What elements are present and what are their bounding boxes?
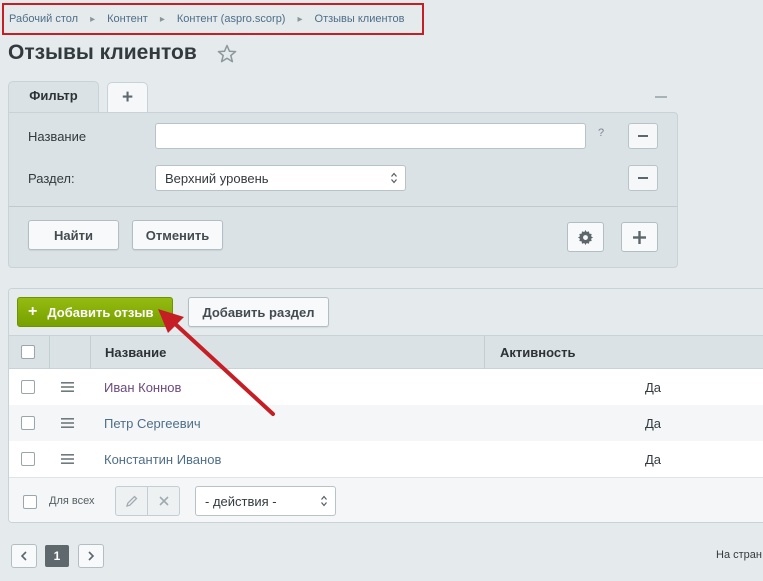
breadcrumb-item-desktop[interactable]: Рабочий стол <box>9 13 78 25</box>
select-arrows-icon <box>391 172 397 184</box>
next-page-button[interactable] <box>78 544 104 568</box>
add-review-label: Добавить отзыв <box>47 304 154 320</box>
filter-section-select[interactable]: Верхний уровень <box>155 165 406 191</box>
row-active-value: Да <box>645 416 662 431</box>
row-name-link[interactable]: Константин Иванов <box>104 452 221 467</box>
add-filter-field-button[interactable] <box>621 222 658 252</box>
gear-icon <box>578 229 593 245</box>
star-icon[interactable] <box>217 44 237 64</box>
column-separator <box>484 336 485 369</box>
chevron-right-icon <box>88 551 95 561</box>
breadcrumb: Рабочий стол ▸ Контент ▸ Контент (aspro.… <box>2 3 424 35</box>
for-all-checkbox[interactable] <box>23 495 37 509</box>
per-page-label: На стран <box>716 549 762 561</box>
actions-select[interactable]: - действия - <box>195 486 336 516</box>
collapse-filter-icon[interactable] <box>655 96 667 98</box>
find-button[interactable]: Найти <box>28 220 119 250</box>
select-arrows-icon <box>321 495 327 507</box>
filter-divider <box>9 206 677 207</box>
row-checkbox[interactable] <box>21 380 35 394</box>
column-separator <box>49 336 50 369</box>
hamburger-icon[interactable] <box>61 454 74 464</box>
chevron-left-icon <box>20 551 27 561</box>
cancel-button[interactable]: Отменить <box>132 220 223 250</box>
row-checkbox[interactable] <box>21 416 35 430</box>
list-panel: + Добавить отзыв Добавить раздел Названи… <box>8 288 763 523</box>
select-all-checkbox[interactable] <box>21 345 35 359</box>
breadcrumb-item-reviews[interactable]: Отзывы клиентов <box>315 13 405 25</box>
row-active-value: Да <box>645 380 662 395</box>
tab-filter[interactable]: Фильтр <box>8 81 99 113</box>
plus-icon <box>633 230 646 244</box>
annotation-arrow-icon <box>158 309 275 416</box>
filter-settings-button[interactable] <box>567 222 604 252</box>
delete-selected-button[interactable] <box>147 487 179 515</box>
hamburger-icon[interactable] <box>61 382 74 392</box>
filter-name-label: Название <box>28 129 87 144</box>
remove-name-field-button[interactable] <box>628 123 658 149</box>
breadcrumb-item-content[interactable]: Контент <box>107 13 148 25</box>
breadcrumb-item-content-aspro[interactable]: Контент (aspro.scorp) <box>177 13 286 25</box>
breadcrumb-chevron-icon: ▸ <box>90 13 96 25</box>
table-row[interactable]: Петр Сергеевич Да <box>9 405 763 441</box>
breadcrumb-chevron-icon: ▸ <box>159 13 165 25</box>
close-icon <box>159 496 169 506</box>
hamburger-icon[interactable] <box>61 418 74 428</box>
add-filter-tab-button[interactable]: + <box>107 82 148 112</box>
edit-group <box>115 486 180 516</box>
filter-section-value: Верхний уровень <box>165 171 269 186</box>
help-icon[interactable]: ? <box>598 127 604 139</box>
filter-name-input[interactable] <box>155 123 586 149</box>
breadcrumb-chevron-icon: ▸ <box>297 13 303 25</box>
filter-section-label: Раздел: <box>28 171 75 186</box>
row-checkbox[interactable] <box>21 452 35 466</box>
list-toolbar: + Добавить отзыв Добавить раздел <box>9 289 763 335</box>
page-title: Отзывы клиентов <box>8 41 197 64</box>
remove-section-field-button[interactable] <box>628 165 658 191</box>
list-header: Название Активность <box>9 335 763 369</box>
row-active-value: Да <box>645 452 662 467</box>
column-header-activity[interactable]: Активность <box>500 345 575 360</box>
actions-select-value: - действия - <box>205 494 277 509</box>
edit-selected-button[interactable] <box>116 487 147 515</box>
column-separator <box>90 336 91 369</box>
current-page[interactable]: 1 <box>45 545 69 567</box>
table-row[interactable]: Иван Коннов Да <box>9 369 763 405</box>
list-footer: Для всех - действия - <box>9 477 763 522</box>
plus-icon: + <box>28 303 38 320</box>
for-all-label: Для всех <box>49 495 95 507</box>
prev-page-button[interactable] <box>11 544 37 568</box>
filter-panel: Название ? Раздел: Верхний уровень Найти… <box>8 112 678 268</box>
table-row[interactable]: Константин Иванов Да <box>9 441 763 477</box>
pencil-icon <box>125 495 138 507</box>
